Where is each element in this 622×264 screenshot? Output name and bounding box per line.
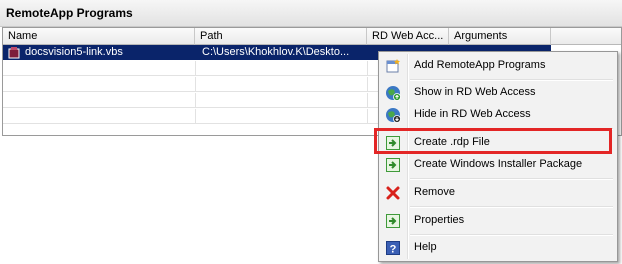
menu-item-hide-in-rd-web-access[interactable]: Hide in RD Web Access [381, 104, 613, 126]
svg-text:?: ? [390, 244, 397, 256]
installer-package-icon [386, 158, 400, 172]
menu-separator [410, 79, 613, 81]
remove-icon [386, 186, 400, 200]
column-header-name[interactable]: Name [3, 28, 195, 45]
menu-item-help[interactable]: ? Help [381, 237, 613, 259]
context-menu: Add RemoteApp Programs Show in RD Web Ac… [378, 51, 618, 262]
menu-separator [410, 206, 613, 208]
menu-item-add-remoteapp-programs[interactable]: Add RemoteApp Programs [381, 55, 613, 77]
menu-item-remove[interactable]: Remove [381, 182, 613, 204]
column-header-path[interactable]: Path [195, 28, 367, 45]
column-header-arguments[interactable]: Arguments [449, 28, 551, 45]
cell-path: C:\Users\Khokhlov.K\Deskto... [202, 46, 350, 58]
menu-item-create-windows-installer-package[interactable]: Create Windows Installer Package [381, 154, 613, 176]
add-remoteapp-icon [386, 59, 400, 73]
globe-show-icon [386, 86, 401, 101]
title-bar: RemoteApp Programs [0, 0, 622, 27]
menu-separator [410, 128, 613, 130]
menu-item-create-rdp-file[interactable]: Create .rdp File [381, 132, 613, 154]
properties-icon [386, 214, 400, 228]
globe-hide-icon [386, 108, 401, 123]
column-header-filler [551, 28, 621, 45]
menu-item-properties[interactable]: Properties [381, 210, 613, 232]
help-icon: ? [386, 241, 400, 256]
window-title: RemoteApp Programs [6, 6, 133, 20]
script-file-icon [8, 47, 20, 59]
menu-item-show-in-rd-web-access[interactable]: Show in RD Web Access [381, 82, 613, 104]
cell-name: docsvision5-link.vbs [25, 46, 123, 58]
column-header-rd-web-access[interactable]: RD Web Acc... [367, 28, 449, 45]
menu-separator [410, 234, 613, 236]
remoteapp-window: RemoteApp Programs Name Path RD Web Acc.… [0, 0, 622, 264]
create-rdp-icon [386, 136, 400, 150]
menu-separator [410, 178, 613, 180]
